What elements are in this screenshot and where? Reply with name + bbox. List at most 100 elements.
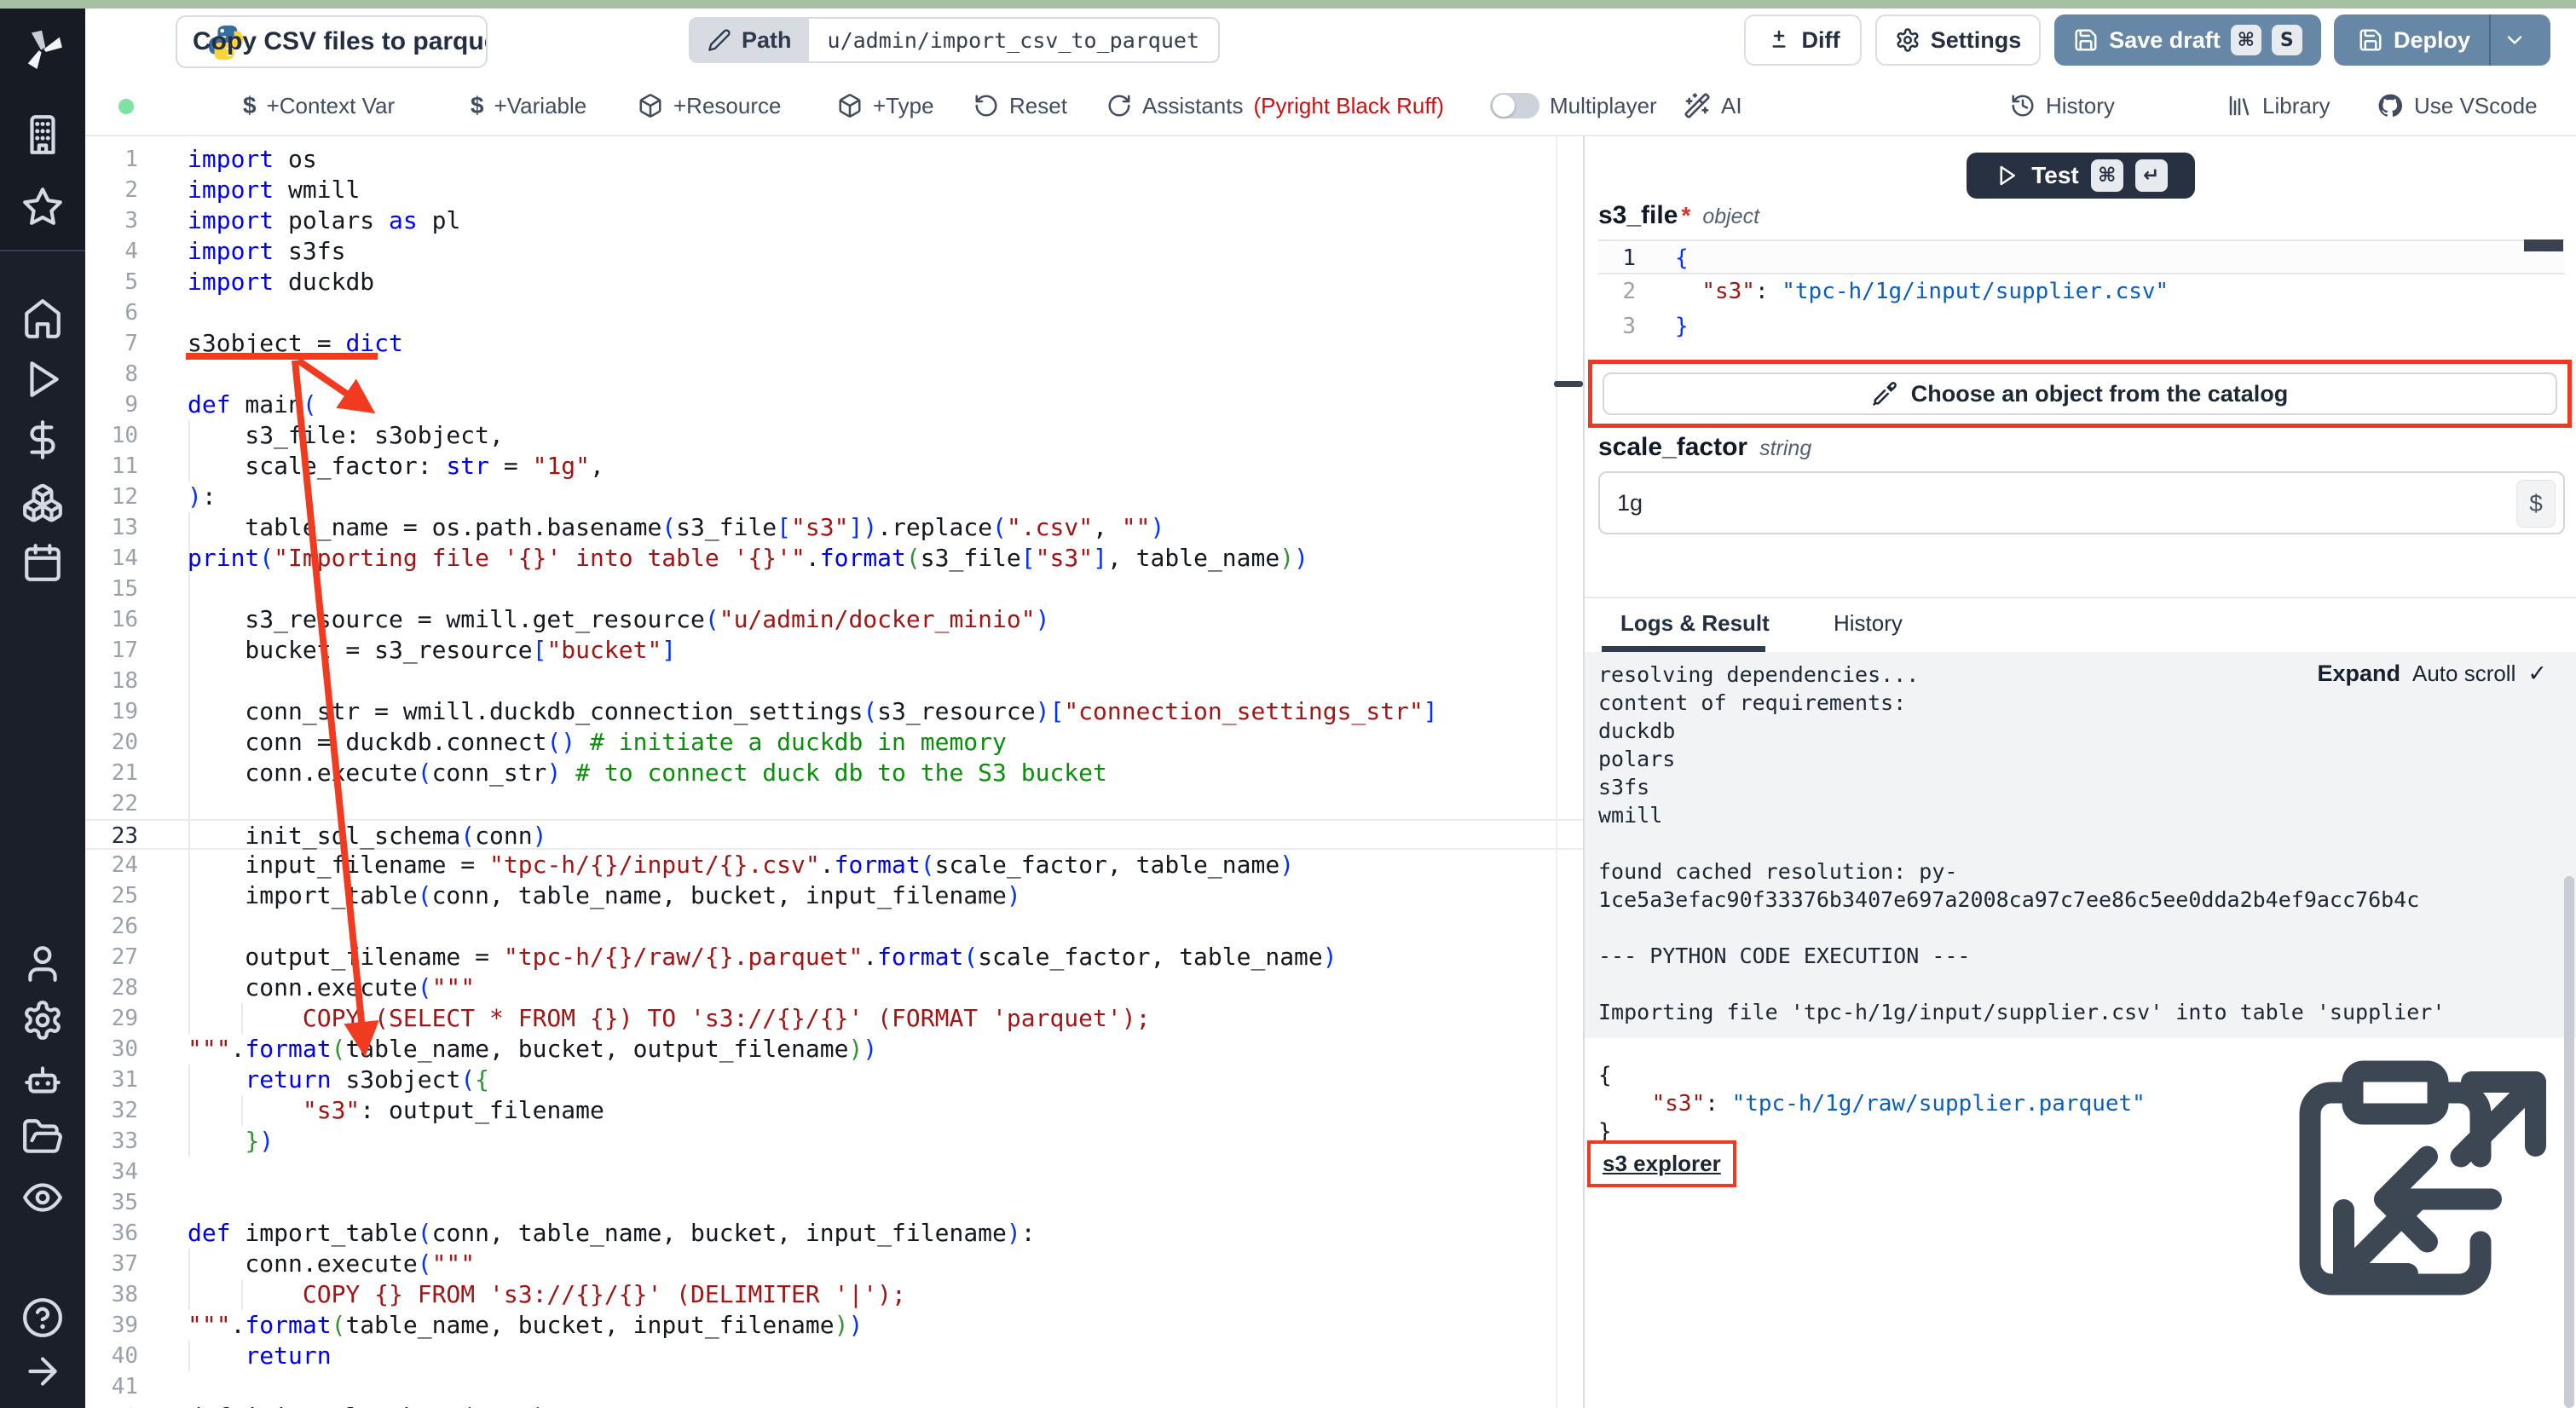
sidebar-item-dollar-icon[interactable] bbox=[21, 418, 64, 461]
log-line: polars bbox=[1585, 745, 2576, 773]
windmill-script-editor: Copy CSV files to parque Path u/admin/im… bbox=[0, 0, 2576, 1408]
sidebar-item-building-icon[interactable] bbox=[21, 113, 64, 156]
code-line-14: 14print("Importing file '{}' into table … bbox=[85, 543, 1583, 574]
status-dot bbox=[118, 99, 134, 114]
library-button[interactable]: Library bbox=[2227, 77, 2330, 135]
code-line-34: 34 bbox=[85, 1157, 1583, 1187]
code-line-33: 33 }) bbox=[85, 1126, 1583, 1157]
autoscroll-label[interactable]: Auto scroll bbox=[2412, 661, 2515, 687]
use-vscode-button[interactable]: Use VScode bbox=[2377, 77, 2538, 135]
sidebar-item-folder-icon[interactable] bbox=[21, 1116, 64, 1158]
editor-right-rule bbox=[1556, 136, 1557, 1408]
code-line-35: 35 bbox=[85, 1187, 1583, 1218]
add-type-button[interactable]: +Type bbox=[837, 77, 934, 135]
sidebar-item-gear-icon[interactable] bbox=[21, 999, 64, 1042]
sidebar-item-calendar-icon[interactable] bbox=[21, 542, 64, 585]
log-line: content of requirements: bbox=[1585, 689, 2576, 717]
multiplayer-toggle[interactable] bbox=[1490, 93, 1539, 118]
type-package-icon bbox=[837, 93, 863, 118]
expand-logs-button[interactable]: Expand bbox=[2317, 661, 2400, 687]
code-line-27: 27 output_filename = "tpc-h/{}/raw/{}.pa… bbox=[85, 942, 1583, 972]
json-line-3: 3} bbox=[1598, 309, 2565, 344]
settings-button-label: Settings bbox=[1931, 27, 2022, 54]
code-line-30: 30""".format(table_name, bucket, output_… bbox=[85, 1034, 1583, 1065]
json-line-2: 2 "s3": "tpc-h/1g/input/supplier.csv" bbox=[1598, 274, 2565, 309]
logs-pane[interactable]: resolving dependencies...content of requ… bbox=[1585, 652, 2576, 1038]
code-line-37: 37 conn.execute(""" bbox=[85, 1249, 1583, 1279]
sidebar-item-help-icon[interactable] bbox=[21, 1296, 64, 1339]
scale-factor-input[interactable]: 1g $ bbox=[1598, 471, 2565, 534]
code-line-31: 31 return s3object({ bbox=[85, 1065, 1583, 1095]
assistants-button[interactable]: Assistants (Pyright Black Ruff) bbox=[1106, 77, 1444, 135]
refresh-ccw-icon bbox=[973, 93, 999, 118]
add-variable-button[interactable]: $+Variable bbox=[471, 77, 586, 135]
code-line-42: 42def init_sql_schema(conn): bbox=[85, 1402, 1583, 1408]
code-line-21: 21 conn.execute(conn_str) # to connect d… bbox=[85, 758, 1583, 788]
code-line-18: 18 bbox=[85, 666, 1583, 696]
deploy-button[interactable]: Deploy bbox=[2334, 14, 2550, 66]
sidebar bbox=[0, 9, 85, 1408]
log-line: s3fs bbox=[1585, 773, 2576, 801]
log-line: --- PYTHON CODE EXECUTION --- bbox=[1585, 942, 2576, 970]
sidebar-item-arrow-right-icon[interactable] bbox=[21, 1350, 64, 1393]
test-button[interactable]: Test ⌘ ↵ bbox=[1967, 153, 2195, 199]
reset-button[interactable]: Reset bbox=[973, 77, 1067, 135]
panel-splitter-handle[interactable] bbox=[1554, 381, 1583, 387]
active-tab-underline bbox=[1602, 646, 1765, 652]
multiplayer-toggle-group: Multiplayer bbox=[1490, 77, 1657, 135]
log-line bbox=[1585, 914, 2576, 942]
choose-object-button[interactable]: Choose an object from the catalog bbox=[1603, 372, 2557, 415]
code-line-40: 40 return bbox=[85, 1341, 1583, 1371]
save-icon bbox=[2073, 27, 2099, 53]
right-panel-scrollbar[interactable] bbox=[2564, 876, 2574, 1408]
tab-logs-result[interactable]: Logs & Result bbox=[1620, 610, 1770, 646]
code-line-23: 23 init_sql_schema(conn) bbox=[85, 819, 1583, 850]
code-line-24: 24 input_filename = "tpc-h/{}/input/{}.c… bbox=[85, 850, 1583, 880]
code-line-17: 17 bucket = s3_resource["bucket"] bbox=[85, 635, 1583, 666]
code-line-4: 4import s3fs bbox=[85, 236, 1583, 267]
windmill-logo-icon[interactable] bbox=[19, 27, 66, 79]
test-button-label: Test bbox=[2031, 162, 2079, 189]
variable-picker-chip[interactable]: $ bbox=[2516, 480, 2556, 528]
script-title-input[interactable]: Copy CSV files to parque bbox=[176, 15, 488, 68]
settings-button[interactable]: Settings bbox=[1875, 14, 2041, 66]
tab-history[interactable]: History bbox=[1834, 610, 1903, 646]
sidebar-item-robot-icon[interactable] bbox=[21, 1059, 64, 1102]
log-line bbox=[1585, 970, 2576, 998]
diff-button[interactable]: Diff bbox=[1744, 14, 1862, 66]
ai-button[interactable]: AI bbox=[1684, 77, 1742, 135]
code-line-22: 22 bbox=[85, 788, 1583, 819]
chevron-down-icon[interactable] bbox=[2503, 28, 2527, 52]
sidebar-item-star-icon[interactable] bbox=[21, 186, 64, 228]
sidebar-item-boxes-icon[interactable] bbox=[21, 482, 64, 524]
sidebar-item-user-icon[interactable] bbox=[21, 943, 64, 985]
code-line-2: 2import wmill bbox=[85, 175, 1583, 205]
add-resource-button[interactable]: +Resource bbox=[638, 77, 781, 135]
path-chip[interactable]: Path u/admin/import_csv_to_parquet bbox=[689, 17, 1220, 63]
expand-result-icon[interactable] bbox=[2312, 1050, 2567, 1306]
code-line-19: 19 conn_str = wmill.duckdb_connection_se… bbox=[85, 696, 1583, 727]
code-line-9: 9def main( bbox=[85, 390, 1583, 420]
s3-file-json-editor[interactable]: 1{2 "s3": "tpc-h/1g/input/supplier.csv"3… bbox=[1598, 239, 2565, 355]
code-line-8: 8 bbox=[85, 359, 1583, 390]
log-line bbox=[1585, 829, 2576, 857]
history-button[interactable]: History bbox=[2010, 77, 2115, 135]
json-line-1: 1{ bbox=[1598, 239, 2565, 274]
sidebar-item-eye-icon[interactable] bbox=[21, 1176, 64, 1219]
cmd-key-badge: ⌘ bbox=[2231, 25, 2261, 55]
add-context-var-button[interactable]: $+Context Var bbox=[243, 77, 395, 135]
sidebar-item-home-icon[interactable] bbox=[21, 297, 64, 340]
package-icon bbox=[638, 93, 663, 118]
cmd-key-badge: ⌘ bbox=[2091, 159, 2123, 192]
json-editor-scrollbar[interactable] bbox=[2524, 239, 2563, 251]
s3-explorer-link[interactable]: s3 explorer bbox=[1603, 1151, 1721, 1176]
assistants-status: (Pyright Black Ruff) bbox=[1254, 93, 1444, 119]
code-editor[interactable]: 1import os2import wmill3import polars as… bbox=[85, 136, 1583, 1408]
play-icon bbox=[1994, 163, 2019, 188]
path-label: Path bbox=[742, 27, 792, 54]
sidebar-item-play-icon[interactable] bbox=[21, 358, 64, 401]
save-draft-button[interactable]: Save draft ⌘ S bbox=[2054, 14, 2321, 66]
code-line-6: 6 bbox=[85, 297, 1583, 328]
code-line-38: 38 COPY {} FROM 's3://{}/{}' (DELIMITER … bbox=[85, 1279, 1583, 1310]
code-line-36: 36def import_table(conn, table_name, buc… bbox=[85, 1218, 1583, 1249]
